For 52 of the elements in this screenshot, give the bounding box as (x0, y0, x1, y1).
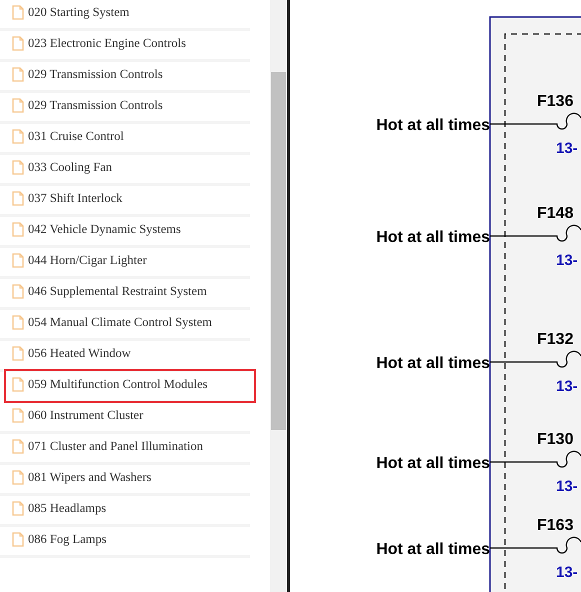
document-icon (12, 501, 24, 516)
sidebar-item[interactable]: 059 Multifunction Control Modules (4, 369, 256, 403)
reference-label: 13- (556, 564, 578, 581)
document-icon (12, 315, 24, 330)
document-icon (12, 346, 24, 361)
reference-label: 13- (556, 378, 578, 395)
sidebar-item[interactable]: 023 Electronic Engine Controls (0, 28, 250, 62)
document-icon (12, 98, 24, 113)
document-icon (12, 470, 24, 485)
sidebar-item[interactable]: 020 Starting System (0, 0, 250, 31)
source-label: Hot at all times (376, 355, 490, 372)
document-icon (12, 284, 24, 299)
source-label: Hot at all times (376, 229, 490, 246)
sidebar-item[interactable]: 046 Supplemental Restraint System (0, 276, 250, 310)
reference-label: 13- (556, 478, 578, 495)
document-icon (12, 253, 24, 268)
reference-label: 13- (556, 140, 578, 157)
document-icon (12, 160, 24, 175)
document-icon (12, 377, 24, 392)
sidebar-item[interactable]: 044 Horn/Cigar Lighter (0, 245, 250, 279)
document-icon (12, 532, 24, 547)
document-icon (12, 129, 24, 144)
sidebar-item[interactable]: 031 Cruise Control (0, 121, 250, 155)
fuse-label: F130 (537, 431, 574, 448)
scrollbar-thumb[interactable] (271, 72, 286, 430)
fuse-label: F136 (537, 93, 574, 110)
sidebar-item[interactable]: 056 Heated Window (0, 338, 250, 372)
sidebar-item[interactable]: 029 Transmission Controls (0, 90, 250, 124)
fuse-label: F148 (537, 205, 574, 222)
fuse-label: F132 (537, 331, 574, 348)
sidebar-item[interactable]: 071 Cluster and Panel Illumination (0, 431, 250, 465)
sidebar-item[interactable]: 029 Transmission Controls (0, 59, 250, 93)
document-icon (12, 191, 24, 206)
source-label: Hot at all times (376, 455, 490, 472)
source-label: Hot at all times (376, 541, 490, 558)
reference-label: 13- (556, 252, 578, 269)
sidebar-item[interactable]: 081 Wipers and Washers (0, 462, 250, 496)
sidebar-item[interactable]: 033 Cooling Fan (0, 152, 250, 186)
sidebar-item[interactable]: 042 Vehicle Dynamic Systems (0, 214, 250, 248)
sidebar-item[interactable]: 054 Manual Climate Control System (0, 307, 250, 341)
sidebar-item[interactable]: 060 Instrument Cluster (0, 400, 250, 434)
document-icon (12, 439, 24, 454)
source-label: Hot at all times (376, 117, 490, 134)
document-icon (12, 36, 24, 51)
document-icon (12, 67, 24, 82)
document-icon (12, 5, 24, 20)
document-icon (12, 408, 24, 423)
sidebar-item[interactable]: 085 Headlamps (0, 493, 250, 527)
sidebar-item[interactable]: 086 Fog Lamps (0, 524, 250, 558)
document-icon (12, 222, 24, 237)
sidebar-item[interactable]: 037 Shift Interlock (0, 183, 250, 217)
fuse-label: F163 (537, 517, 574, 534)
